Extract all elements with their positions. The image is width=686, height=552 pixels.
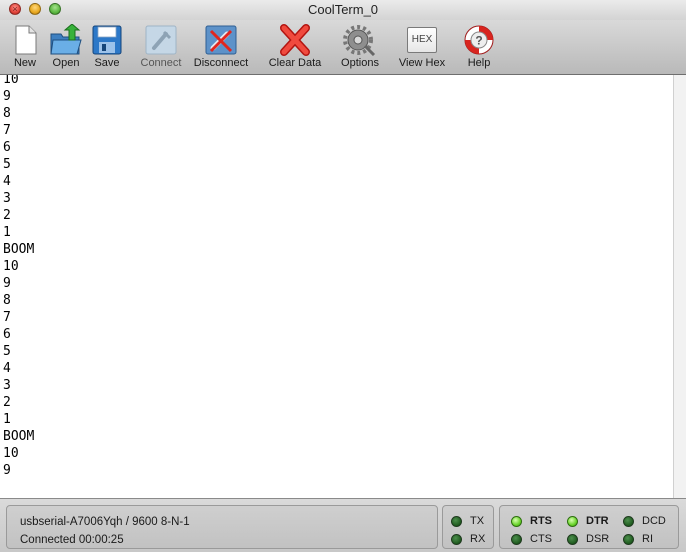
terminal-line: 9 [3,89,11,104]
terminal-scrollbar[interactable] [673,75,686,498]
new-document-icon [15,25,37,55]
dsr-led [567,534,578,545]
status-bar: usbserial-A7006Yqh / 9600 8-N-1 Connecte… [0,498,686,552]
cts-led [511,534,522,545]
open-folder-icon [50,24,82,55]
coolterm-window: × CoolTerm_0 New Open Save Connect Disco… [0,0,686,552]
terminal-line: 5 [3,344,11,359]
options-button[interactable]: Options [336,22,384,72]
dcd-label: DCD [642,515,666,527]
view-hex-icon-text: HEX [407,27,437,53]
terminal-line: 1 [3,412,11,427]
view-hex-button-label: View Hex [398,57,446,69]
open-button[interactable]: Open [46,22,86,72]
help-button[interactable]: ? Help [460,22,498,72]
line-indicators-panel: RTS CTS DTR DSR DCD RI [499,505,679,549]
tx-label: TX [470,515,485,527]
terminal-line: 10 [3,446,19,461]
options-gear-icon [343,25,376,56]
rts-label: RTS [530,515,552,527]
new-button[interactable]: New [6,22,44,72]
terminal-line: 6 [3,327,11,342]
terminal-line: 10 [3,259,19,274]
help-button-label: Help [467,57,491,69]
terminal-line: 4 [3,361,11,376]
dtr-label: DTR [586,515,609,527]
terminal-line: 1 [3,225,11,240]
help-lifebuoy-icon: ? [464,25,494,55]
terminal-line: 7 [3,310,11,325]
cts-label: CTS [530,533,552,545]
terminal-output[interactable]: 10 9 8 7 6 5 4 3 2 1 BOOM 10 9 8 7 6 5 4… [0,75,673,498]
terminal-line: 3 [3,378,11,393]
rx-led [451,534,462,545]
title-bar[interactable]: × CoolTerm_0 [0,0,686,20]
view-hex-icon: HEX [405,24,439,56]
terminal-line: 2 [3,395,11,410]
terminal-line: 9 [3,463,11,478]
terminal-line: 9 [3,276,11,291]
clear-data-button-label: Clear Data [268,57,322,69]
terminal-line: 4 [3,174,11,189]
rts-led[interactable] [511,516,522,527]
save-button-label: Save [94,57,120,69]
view-hex-button[interactable]: HEX View Hex [394,22,450,72]
terminal-line: 3 [3,191,11,206]
terminal-line: 5 [3,157,11,172]
terminal-line: BOOM [3,242,35,257]
save-button[interactable]: Save [88,22,126,72]
connect-button-label: Connect [140,57,182,69]
disconnect-plug-icon [205,25,237,55]
svg-text:?: ? [475,34,482,48]
port-info-text: usbserial-A7006Yqh / 9600 8-N-1 [20,516,190,528]
new-button-label: New [13,57,36,69]
connection-time-text: Connected 00:00:25 [20,534,124,546]
toolbar: New Open Save Connect Disconnect Clear D… [0,20,686,75]
window-title: CoolTerm_0 [307,2,379,17]
save-disk-icon [92,25,122,55]
options-button-label: Options [341,57,379,69]
connect-plug-icon [145,25,177,55]
dsr-label: DSR [586,533,610,545]
connection-info-panel: usbserial-A7006Yqh / 9600 8-N-1 Connecte… [6,505,438,549]
disconnect-button[interactable]: Disconnect [190,22,252,72]
terminal-line: 6 [3,140,11,155]
terminal-line: 10 [3,75,19,87]
connect-button[interactable]: Connect [138,22,184,72]
ri-label: RI [642,533,653,545]
disconnect-button-label: Disconnect [193,57,249,69]
terminal-line: 8 [3,293,11,308]
dtr-led[interactable] [567,516,578,527]
open-button-label: Open [52,57,80,69]
ri-led [623,534,634,545]
data-indicators-panel: TX RX [442,505,494,549]
rx-label: RX [470,533,486,545]
terminal-line: BOOM [3,429,35,444]
terminal-line: 8 [3,106,11,121]
terminal-line: 2 [3,208,11,223]
clear-data-x-icon [280,24,310,56]
clear-data-button[interactable]: Clear Data [264,22,326,72]
terminal-line: 7 [3,123,11,138]
dcd-led [623,516,634,527]
tx-led [451,516,462,527]
